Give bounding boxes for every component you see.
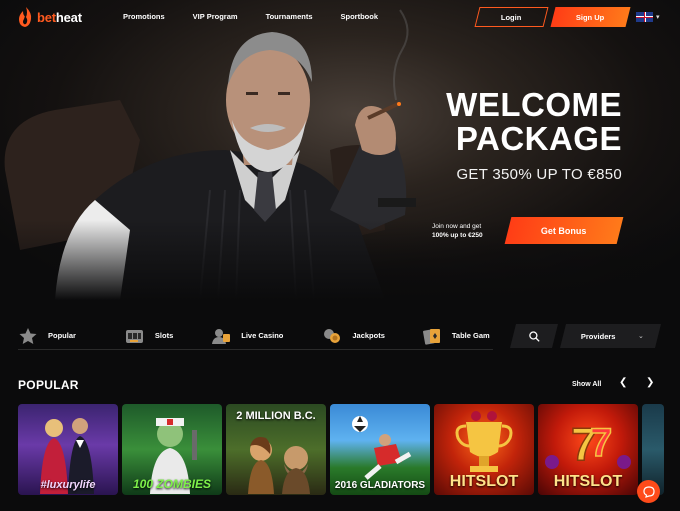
category-live-casino[interactable]: Live Casino: [211, 327, 283, 345]
game-tile-luxurylife[interactable]: #luxurylife: [18, 404, 118, 495]
category-popular-label: Popular: [48, 331, 76, 340]
game-tile-2-million-bc[interactable]: 2 MILLION B.C.: [226, 404, 326, 495]
signup-button[interactable]: Sign Up: [550, 7, 631, 27]
game-tile-2016-gladiators[interactable]: 2016 GLADIATORS: [330, 404, 430, 495]
category-live-casino-label: Live Casino: [241, 331, 284, 340]
game-title: 2 MILLION B.C.: [236, 410, 316, 422]
chevron-left-icon[interactable]: ❮: [619, 377, 627, 388]
chat-button[interactable]: [637, 480, 660, 503]
get-bonus-button[interactable]: Get Bonus: [504, 217, 624, 244]
category-jackpots[interactable]: Jackpots: [322, 327, 385, 345]
coins-icon: [324, 328, 341, 343]
hero-headline: WELCOME PACKAGE GET 350% UP TO €850: [446, 86, 622, 184]
game-title: #luxurylife: [40, 479, 96, 491]
nav-tournaments[interactable]: Tournaments: [266, 12, 313, 21]
star-icon: [19, 327, 37, 344]
chevron-right-icon[interactable]: ❯: [646, 377, 654, 388]
svg-text:7: 7: [590, 421, 612, 465]
uk-flag-icon: [636, 12, 653, 22]
logo-text: betheat: [37, 10, 82, 25]
logo-text-heat: heat: [55, 9, 82, 25]
category-table-games-label: Table Gam: [451, 331, 490, 340]
popular-games-carousel: #luxurylife 100 ZOMBIES 2 MILLION B.C. 2…: [18, 404, 680, 496]
top-header: betheat Promotions VIP Program Tournamen…: [0, 0, 680, 34]
logo-text-bet: bet: [37, 9, 56, 25]
category-bar: Popular Slots Live Casino Jackpots Table…: [18, 322, 493, 350]
get-bonus-label: Get Bonus: [541, 225, 587, 236]
hero-title-line2: PACKAGE: [455, 120, 622, 157]
category-table-games[interactable]: Table Gam: [422, 327, 490, 345]
login-label: Login: [501, 12, 522, 22]
providers-label: Providers: [581, 331, 616, 341]
language-selector[interactable]: ▾: [636, 12, 660, 22]
game-tile-hitslot-2[interactable]: 7 7 HITSLOT: [538, 404, 638, 495]
category-popular[interactable]: Popular: [18, 327, 76, 345]
hero-join-line2: 100% up to €250: [432, 232, 483, 239]
providers-dropdown[interactable]: Providers ⌄: [560, 324, 661, 348]
game-title: 2016 GLADIATORS: [334, 480, 426, 491]
nav-vip-program[interactable]: VIP Program: [193, 12, 238, 21]
game-title: 100 ZOMBIES: [132, 477, 212, 491]
chat-bubble-icon: [642, 485, 655, 498]
flame-logo-icon: [19, 7, 32, 27]
hero-subtitle: GET 350% UP TO €850: [456, 166, 622, 183]
hero-join-line1: Join now and get: [432, 223, 482, 230]
main-nav: Promotions VIP Program Tournaments Sport…: [123, 12, 378, 21]
category-slots-label: Slots: [154, 331, 174, 340]
chevron-down-icon: ⌄: [638, 333, 644, 340]
login-button[interactable]: Login: [474, 7, 549, 27]
game-title: HITSLOT: [553, 473, 623, 490]
slot-machine-icon: [125, 329, 143, 343]
game-title: HITSLOT: [449, 473, 519, 490]
nav-promotions[interactable]: Promotions: [123, 12, 165, 21]
category-slots[interactable]: Slots: [125, 327, 173, 345]
hero-title-line1: WELCOME: [446, 86, 622, 123]
search-button[interactable]: [510, 324, 558, 348]
hero-join-text: Join now and get 100% up to €250: [432, 222, 504, 240]
category-jackpots-label: Jackpots: [352, 331, 385, 340]
game-tile-hitslot-1[interactable]: HITSLOT: [434, 404, 534, 495]
hero-banner: WELCOME PACKAGE GET 350% UP TO €850 Join…: [0, 0, 680, 300]
cards-icon: [422, 328, 440, 345]
game-tile-100-zombies[interactable]: 100 ZOMBIES: [122, 404, 222, 495]
popular-section-title: POPULAR: [18, 378, 79, 392]
live-dealer-icon: [212, 328, 231, 344]
show-all-link[interactable]: Show All: [572, 381, 601, 388]
chevron-down-icon: ▾: [656, 14, 660, 21]
betheat-logo[interactable]: betheat: [18, 7, 82, 27]
signup-label: Sign Up: [576, 12, 605, 22]
nav-sportbook[interactable]: Sportbook: [341, 12, 379, 21]
search-icon: [528, 330, 540, 342]
